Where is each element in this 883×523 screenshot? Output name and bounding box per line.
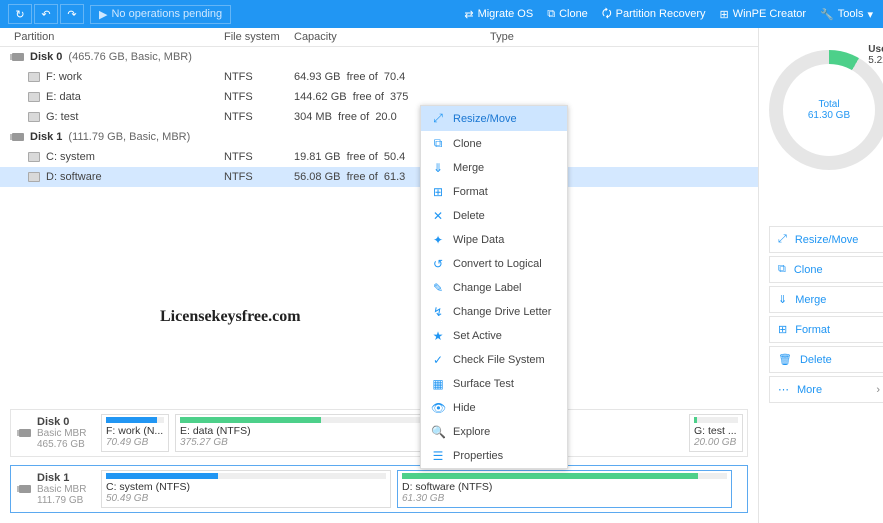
side-panel: Used5.22 GB Total61.30 GB ⤢Resize/Move ⧉C… xyxy=(758,28,883,523)
toolbar: ↻ ↶ ↷ ▶No operations pending ⇄Migrate OS… xyxy=(0,0,883,28)
disk-icon xyxy=(19,429,31,437)
disk-icon xyxy=(19,485,31,493)
action-icon: ⧉ xyxy=(778,263,786,276)
ctx-icon: ✦ xyxy=(431,233,445,247)
table-header: Partition File system Capacity Type xyxy=(0,28,758,47)
ctx-properties[interactable]: ☰Properties xyxy=(421,444,567,468)
partition-icon xyxy=(28,112,40,122)
migrate-os-button[interactable]: ⇄Migrate OS xyxy=(464,8,533,21)
ctx-delete[interactable]: ✕Delete xyxy=(421,204,567,228)
usage-donut: Used5.22 GB Total61.30 GB xyxy=(769,50,883,170)
action-icon: ⋯ xyxy=(778,383,789,396)
partition-row[interactable]: F: work NTFS 64.93 GB free of 70.4 xyxy=(0,67,758,87)
ctx-icon: 🔍 xyxy=(431,425,445,439)
ctx-explore[interactable]: 🔍Explore xyxy=(421,420,567,444)
action-format[interactable]: ⊞Format xyxy=(769,316,883,343)
bar-partition[interactable]: F: work (N...70.49 GB xyxy=(101,414,169,452)
partition-row[interactable]: G: test NTFS 304 MB free of 20.0 xyxy=(0,107,758,127)
disk-icon xyxy=(12,133,24,141)
col-type: Type xyxy=(490,31,758,43)
partition-icon xyxy=(28,152,40,162)
action-delete[interactable]: 🗑Delete xyxy=(769,346,883,373)
action-icon: ⤢ xyxy=(778,233,787,246)
ctx-icon: ⇓ xyxy=(431,161,445,175)
context-menu: ⤢Resize/Move⧉Clone⇓Merge⊞Format✕Delete✦W… xyxy=(420,105,568,469)
disk-row[interactable]: Disk 1 (111.79 GB, Basic, MBR) xyxy=(0,127,758,147)
partition-icon xyxy=(28,172,40,182)
bar-partition[interactable]: C: system (NTFS)50.49 GB xyxy=(101,470,391,508)
ctx-clone[interactable]: ⧉Clone xyxy=(421,131,567,156)
action-more[interactable]: ⋯More› xyxy=(769,376,883,403)
quick-actions: ⤢Resize/Move ⧉Clone ⇓Merge ⊞Format 🗑Delete ⋯M… xyxy=(769,226,883,403)
windows-icon: ⊞ xyxy=(720,8,729,21)
disk-map-row[interactable]: Disk 0Basic MBR465.76 GB F: work (N...70… xyxy=(10,409,748,457)
partition-row[interactable]: E: data NTFS 144.62 GB free of 375 xyxy=(0,87,758,107)
bar-partition[interactable]: D: software (NTFS)61.30 GB xyxy=(397,470,732,508)
partition-recovery-button[interactable]: 🗘Partition Recovery xyxy=(602,5,706,24)
ctx-convert-to-logical[interactable]: ↺Convert to Logical xyxy=(421,252,567,276)
ctx-icon: ▦ xyxy=(431,377,445,391)
ctx-change-label[interactable]: ✎Change Label xyxy=(421,276,567,300)
action-resize-move[interactable]: ⤢Resize/Move xyxy=(769,226,883,253)
winpe-creator-button[interactable]: ⊞WinPE Creator xyxy=(720,8,807,21)
clone-button[interactable]: ⧉Clone xyxy=(547,8,588,21)
disk-icon xyxy=(12,53,24,61)
wrench-icon: 🔧 xyxy=(820,8,834,21)
ctx-icon: ↺ xyxy=(431,257,445,271)
tools-button[interactable]: 🔧Tools▾ xyxy=(820,8,873,21)
col-partition: Partition xyxy=(14,31,224,43)
ctx-icon: ☰ xyxy=(431,449,445,463)
ctx-icon: ⤢ xyxy=(431,111,445,126)
partition-row[interactable]: C: system NTFS 19.81 GB free of 50.4 Act… xyxy=(0,147,758,167)
bar-partition[interactable]: G: test ...20.00 GB xyxy=(689,414,743,452)
partition-icon xyxy=(28,72,40,82)
clone-icon: ⧉ xyxy=(547,8,555,21)
chevron-down-icon: ▾ xyxy=(867,8,873,21)
ctx-merge[interactable]: ⇓Merge xyxy=(421,156,567,180)
action-merge[interactable]: ⇓Merge xyxy=(769,286,883,313)
ctx-check-file-system[interactable]: ✓Check File System xyxy=(421,348,567,372)
redo-button[interactable]: ↷ xyxy=(60,4,84,24)
ctx-wipe-data[interactable]: ✦Wipe Data xyxy=(421,228,567,252)
ctx-format[interactable]: ⊞Format xyxy=(421,180,567,204)
ctx-resize-move[interactable]: ⤢Resize/Move xyxy=(421,106,567,131)
partition-icon xyxy=(28,92,40,102)
disk-map: Disk 0Basic MBR465.76 GB F: work (N...70… xyxy=(0,403,758,523)
chevron-right-icon: › xyxy=(876,384,880,396)
pending-ops[interactable]: ▶No operations pending xyxy=(90,5,231,24)
action-icon: ⇓ xyxy=(778,293,787,306)
action-icon: ⊞ xyxy=(778,323,787,336)
action-clone[interactable]: ⧉Clone xyxy=(769,256,883,283)
ctx-icon: ★ xyxy=(431,329,445,343)
recovery-icon: 🗘 xyxy=(602,5,612,24)
action-icon: 🗑 xyxy=(778,353,792,366)
ctx-hide[interactable]: 👁Hide xyxy=(421,396,567,420)
col-filesystem: File system xyxy=(224,31,294,43)
col-capacity: Capacity xyxy=(294,31,490,43)
ctx-icon: ✓ xyxy=(431,353,445,367)
partition-list: Disk 0 (465.76 GB, Basic, MBR)F: work NT… xyxy=(0,47,758,187)
ctx-set-active[interactable]: ★Set Active xyxy=(421,324,567,348)
migrate-icon: ⇄ xyxy=(464,8,473,21)
refresh-button[interactable]: ↻ xyxy=(8,4,32,24)
ctx-change-drive-letter[interactable]: ↯Change Drive Letter xyxy=(421,300,567,324)
ctx-icon: ↯ xyxy=(431,305,445,319)
ctx-icon: 👁 xyxy=(431,401,445,415)
watermark: Licensekeysfree.com xyxy=(160,308,301,326)
disk-map-row[interactable]: Disk 1Basic MBR111.79 GB C: system (NTFS… xyxy=(10,465,748,513)
ctx-icon: ✎ xyxy=(431,281,445,295)
disk-row[interactable]: Disk 0 (465.76 GB, Basic, MBR) xyxy=(0,47,758,67)
undo-button[interactable]: ↶ xyxy=(34,4,58,24)
ctx-icon: ⊞ xyxy=(431,185,445,199)
ctx-icon: ⧉ xyxy=(431,136,445,151)
ctx-surface-test[interactable]: ▦Surface Test xyxy=(421,372,567,396)
partition-row[interactable]: D: software NTFS 56.08 GB free of 61.3 xyxy=(0,167,758,187)
ctx-icon: ✕ xyxy=(431,209,445,223)
